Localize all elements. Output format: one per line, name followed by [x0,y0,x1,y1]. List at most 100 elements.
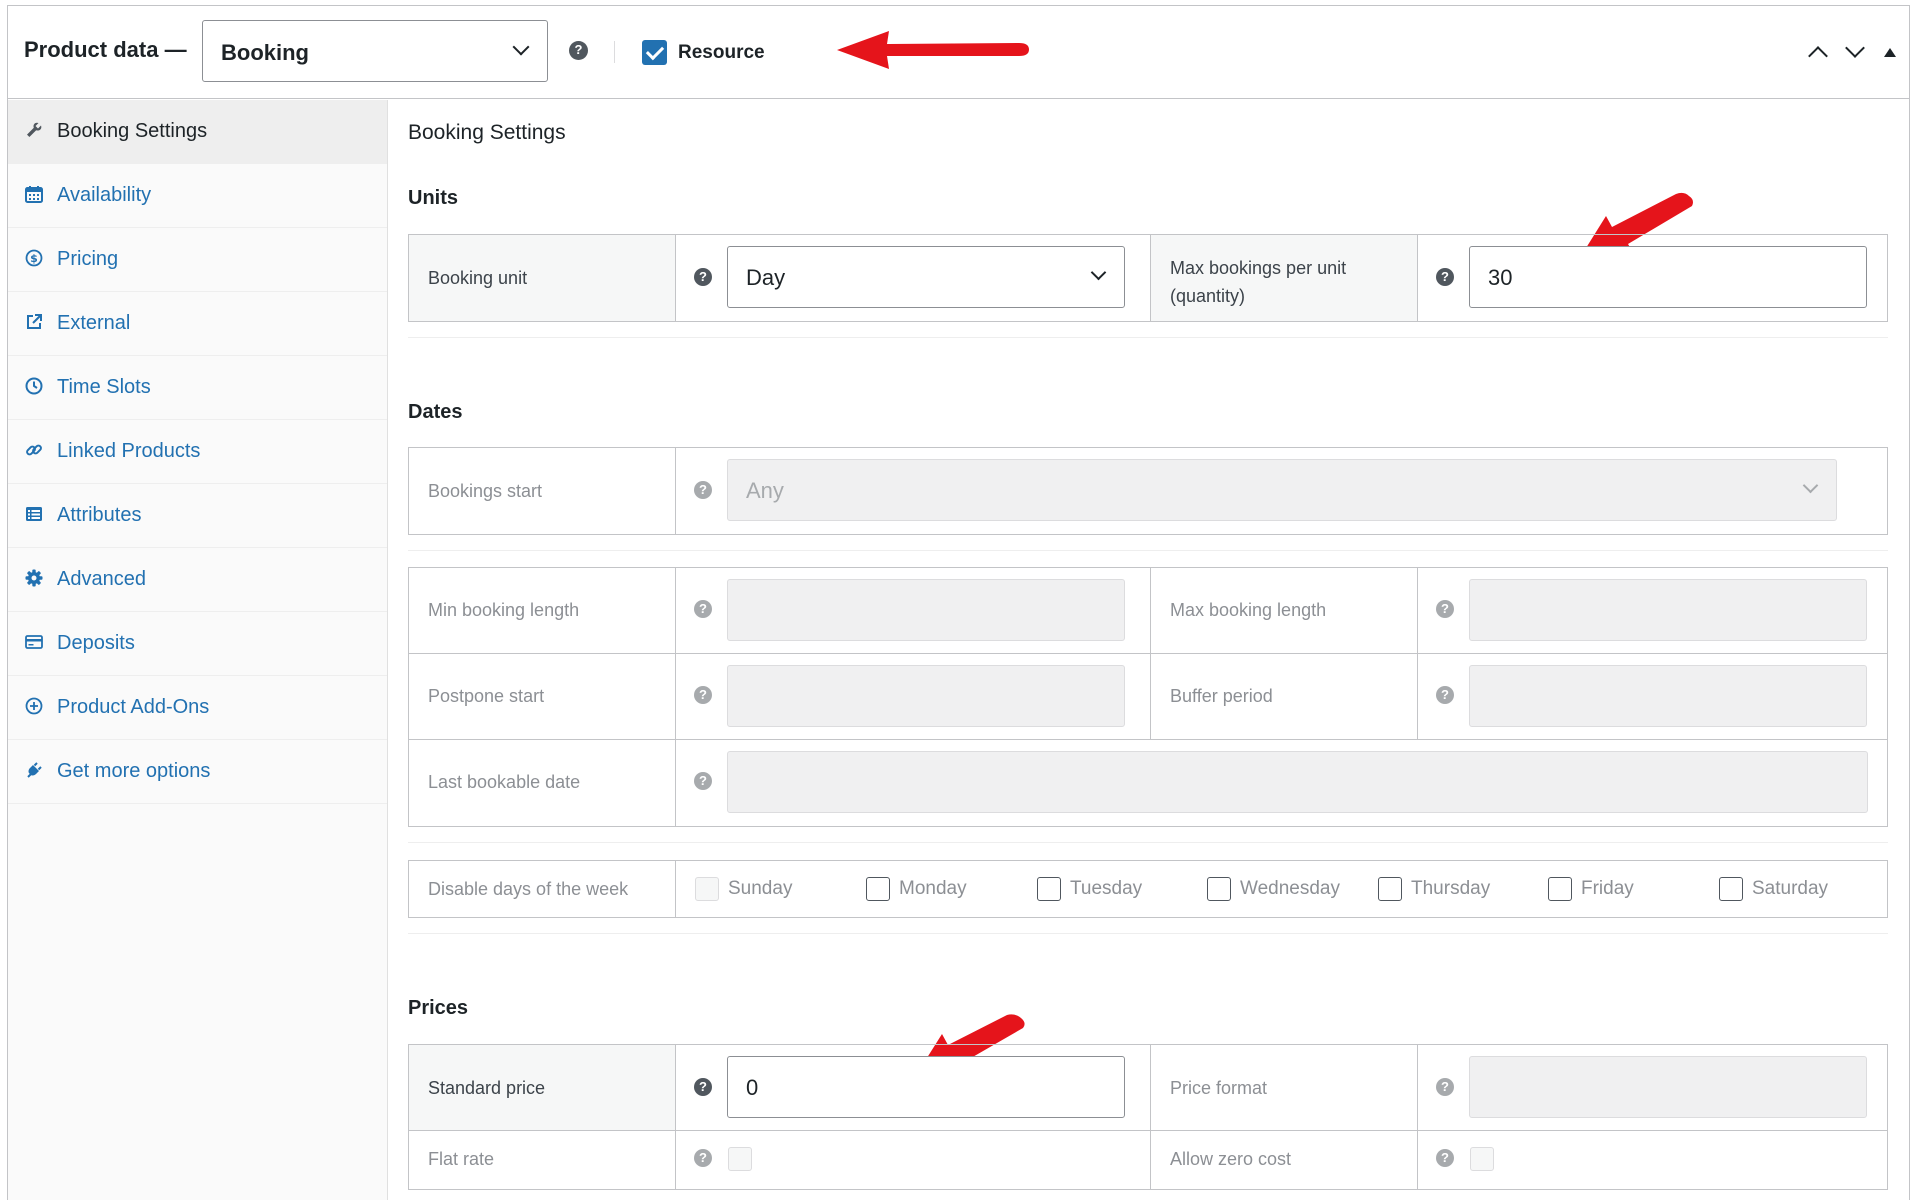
tab-get-more-options[interactable]: Get more options [8,740,387,804]
tab-advanced[interactable]: Advanced [8,548,387,612]
price-format-label-cell: Price format [1151,1045,1418,1130]
day-label: Thursday [1411,878,1491,899]
units-row: Booking unit ? Day Max bookings per unit… [409,235,1887,321]
resource-checkbox[interactable] [642,40,667,65]
tab-label: Availability [57,184,152,206]
product-data-tabs: Booking Settings Availability $ Pricing … [8,100,388,1200]
help-icon[interactable]: ? [1436,1149,1454,1167]
flat-rate-row: Flat rate ? Allow zero cost ? [409,1131,1887,1189]
help-icon[interactable]: ? [1436,600,1454,618]
annotation-arrow-resource [837,31,1029,69]
day-label: Saturday [1752,878,1829,899]
tab-label: Deposits [57,632,135,654]
product-type-select[interactable]: Booking [202,20,548,82]
gear-icon [25,569,43,587]
max-bookings-field-cell: ? 30 [1418,235,1887,321]
link-icon [25,441,43,459]
help-icon[interactable]: ? [694,772,712,790]
standard-price-input[interactable]: 0 [727,1056,1125,1118]
postpone-field-cell: ? [676,654,1151,739]
svg-text:$: $ [30,252,38,265]
tab-linked-products[interactable]: Linked Products [8,420,387,484]
prices-table: Standard price ? 0 Price format ? Flat r… [408,1044,1888,1190]
min-length-input[interactable] [727,579,1125,641]
help-icon[interactable]: ? [694,1149,712,1167]
tab-time-slots[interactable]: Time Slots [8,356,387,420]
postpone-label: Postpone start [428,686,545,706]
tab-label: Get more options [57,760,211,782]
tab-attributes[interactable]: Attributes [8,484,387,548]
max-length-label: Max booking length [1170,600,1327,620]
day-checkbox-tuesday[interactable] [1037,877,1061,901]
max-bookings-input[interactable]: 30 [1469,246,1867,308]
bookings-start-table: Bookings start ? Any [408,447,1888,535]
booking-unit-field-cell: ? Day [676,235,1151,321]
postpone-row: Postpone start ? Buffer period ? [409,654,1887,740]
calendar-icon [25,185,43,203]
day-label: Sunday [728,878,793,899]
disable-days-label: Disable days of the week [428,879,629,899]
disable-days-table: Disable days of the week Sunday Monday T… [408,860,1888,918]
day-checkbox-thursday[interactable] [1378,877,1402,901]
collapse-toggle-icon[interactable] [1884,48,1896,57]
tab-external[interactable]: External [8,292,387,356]
tab-label: Product Add-Ons [57,696,210,718]
help-icon[interactable]: ? [694,600,712,618]
buffer-label: Buffer period [1170,686,1273,706]
tab-label: Attributes [57,504,142,526]
day-checkbox-wednesday[interactable] [1207,877,1231,901]
tab-deposits[interactable]: Deposits [8,612,387,676]
buffer-input[interactable] [1469,665,1867,727]
chevron-down-icon [1802,477,1819,494]
zero-cost-checkbox[interactable] [1470,1147,1494,1171]
product-type-value: Booking [221,40,309,65]
booking-unit-select[interactable]: Day [727,246,1125,308]
day-label: Wednesday [1240,878,1340,899]
help-icon[interactable]: ? [694,686,712,704]
help-icon[interactable]: ? [569,41,588,60]
tab-product-add-ons[interactable]: Product Add-Ons [8,676,387,740]
flat-rate-field-cell: ? [676,1131,1151,1189]
plus-circle-icon [25,697,43,715]
price-format-input[interactable] [1469,1056,1867,1118]
bookings-start-select[interactable]: Any [727,459,1837,521]
flat-rate-label: Flat rate [428,1149,495,1169]
length-row: Min booking length ? Max booking length … [409,568,1887,654]
standard-price-label: Standard price [428,1078,546,1098]
booking-unit-value: Day [746,265,786,290]
day-label: Monday [899,878,967,899]
price-format-field-cell: ? [1418,1045,1887,1130]
help-icon[interactable]: ? [1436,686,1454,704]
max-bookings-label-cell: Max bookings per unit (quantity) [1151,235,1418,321]
divider [614,41,615,63]
card-icon [25,633,43,651]
resource-label[interactable]: Resource [678,42,765,64]
last-date-label: Last bookable date [428,772,581,792]
last-date-input[interactable] [727,751,1868,813]
help-icon[interactable]: ? [1436,268,1454,286]
day-checkbox-saturday[interactable] [1719,877,1743,901]
divider [408,842,1888,843]
day-checkbox-sunday[interactable] [695,877,719,901]
day-checkbox-friday[interactable] [1548,877,1572,901]
plugin-icon [25,761,43,779]
postpone-input[interactable] [727,665,1125,727]
standard-price-field-cell: ? 0 [676,1045,1151,1130]
day-label: Friday [1581,878,1634,899]
max-length-input[interactable] [1469,579,1867,641]
day-checkbox-monday[interactable] [866,877,890,901]
tab-pricing[interactable]: $ Pricing [8,228,387,292]
flat-rate-checkbox[interactable] [728,1147,752,1171]
booking-unit-label: Booking unit [428,268,528,288]
bookings-start-label-cell: Bookings start [409,448,676,534]
help-icon[interactable]: ? [694,268,712,286]
help-icon[interactable]: ? [694,1078,712,1096]
max-bookings-value: 30 [1488,265,1513,290]
dates-title: Dates [408,401,463,423]
move-up-icon[interactable] [1808,46,1828,66]
help-icon[interactable]: ? [1436,1078,1454,1096]
move-down-icon[interactable] [1845,38,1865,58]
help-icon[interactable]: ? [694,481,712,499]
tab-booking-settings[interactable]: Booking Settings [8,100,387,164]
tab-availability[interactable]: Availability [8,164,387,228]
